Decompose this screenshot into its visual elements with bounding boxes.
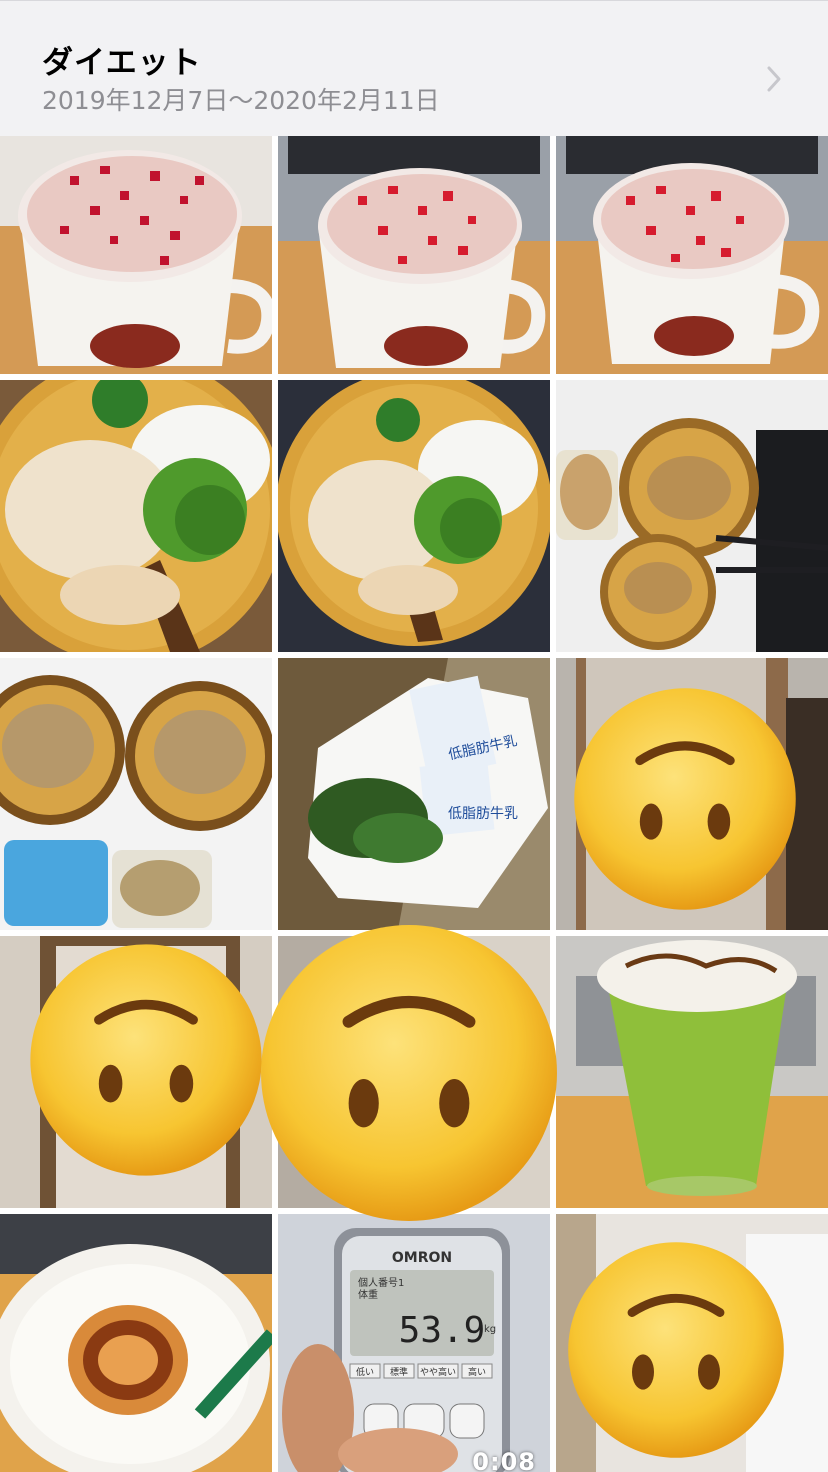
chevron-right-icon[interactable]: [760, 65, 788, 93]
carton-label-2: 低脂肪牛乳: [448, 806, 518, 822]
photo-chicken-broccoli-rice-2[interactable]: [278, 380, 550, 652]
photo-strawberry-latte-3[interactable]: [556, 136, 828, 374]
scale-level-2: 標準: [390, 1366, 408, 1378]
photo-body-scale[interactable]: OMRON 個人番号1 体重 53.9 kg 低い 標準 やや高い 高い 0:0…: [278, 1214, 550, 1472]
scale-level-3: やや高い: [420, 1366, 456, 1378]
album-date-range: 2019年12月7日〜2020年2月11日: [42, 86, 440, 115]
upside-down-face-icon: [30, 944, 262, 1176]
scale-brand: OMRON: [392, 1250, 452, 1266]
upside-down-face-icon: [574, 688, 796, 910]
scale-level-1: 低い: [356, 1366, 374, 1378]
album-title: ダイエット: [42, 45, 202, 81]
album-header[interactable]: ダイエット 2019年12月7日〜2020年2月11日: [0, 0, 828, 136]
photo-strawberry-latte-1[interactable]: [0, 136, 272, 374]
photo-caramel-frappe[interactable]: [0, 1214, 272, 1472]
upside-down-face-icon: [261, 925, 557, 1221]
photo-meal-prep-containers[interactable]: [0, 658, 272, 930]
photo-spinach-chicken-plates[interactable]: [556, 380, 828, 652]
photo-chicken-broccoli-rice-1[interactable]: [0, 380, 272, 652]
scale-level-4: 高い: [468, 1366, 486, 1378]
scale-unit: kg: [484, 1324, 496, 1335]
photo-strawberry-latte-2[interactable]: [278, 136, 550, 374]
photo-groceries-bag[interactable]: 低脂肪牛乳 低脂肪牛乳: [278, 658, 550, 930]
photo-matcha-frappe[interactable]: [556, 936, 828, 1208]
photo-grid: 低脂肪牛乳 低脂肪牛乳 OMRON 個人番号1 体重 53.9 kg 低い 標準…: [0, 136, 828, 1472]
scale-label-1: 個人番号1: [358, 1276, 404, 1289]
scale-label-2: 体重: [358, 1288, 378, 1301]
upside-down-face-icon: [568, 1242, 784, 1458]
scale-weight: 53.9: [399, 1310, 486, 1351]
video-duration: 0:08: [472, 1448, 536, 1472]
